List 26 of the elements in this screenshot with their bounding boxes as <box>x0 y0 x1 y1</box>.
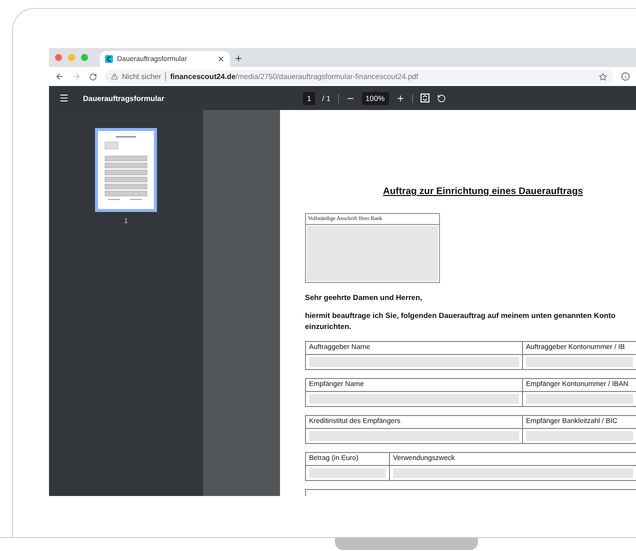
maximize-window-dot[interactable] <box>81 54 88 61</box>
fit-page-icon[interactable] <box>420 93 430 103</box>
zoom-in-icon[interactable] <box>396 94 405 102</box>
close-window-dot[interactable] <box>55 54 62 61</box>
rotate-icon[interactable] <box>436 94 446 102</box>
page-thumbnail[interactable] <box>95 128 157 212</box>
input-field[interactable] <box>526 394 633 404</box>
minimize-window-dot[interactable] <box>68 54 75 61</box>
info-icon[interactable] <box>621 72 630 81</box>
input-field[interactable] <box>309 430 519 441</box>
input-field[interactable] <box>393 468 633 478</box>
close-icon[interactable] <box>217 55 225 63</box>
warning-icon <box>111 73 118 80</box>
menu-icon[interactable] <box>59 93 69 103</box>
bookmark-star-icon[interactable] <box>599 72 607 80</box>
favicon-icon <box>105 55 113 63</box>
forward-icon[interactable] <box>72 72 81 81</box>
input-field[interactable] <box>309 394 519 404</box>
new-tab-icon[interactable] <box>234 54 243 63</box>
input-field[interactable] <box>309 468 386 478</box>
input-field[interactable] <box>309 356 519 367</box>
form-title: Auftrag zur Einrichtung eines Dauerauftrags <box>383 186 584 197</box>
input-field[interactable] <box>526 356 633 367</box>
input-field[interactable] <box>526 430 633 441</box>
back-icon[interactable] <box>55 72 64 81</box>
reload-icon[interactable] <box>89 72 97 80</box>
